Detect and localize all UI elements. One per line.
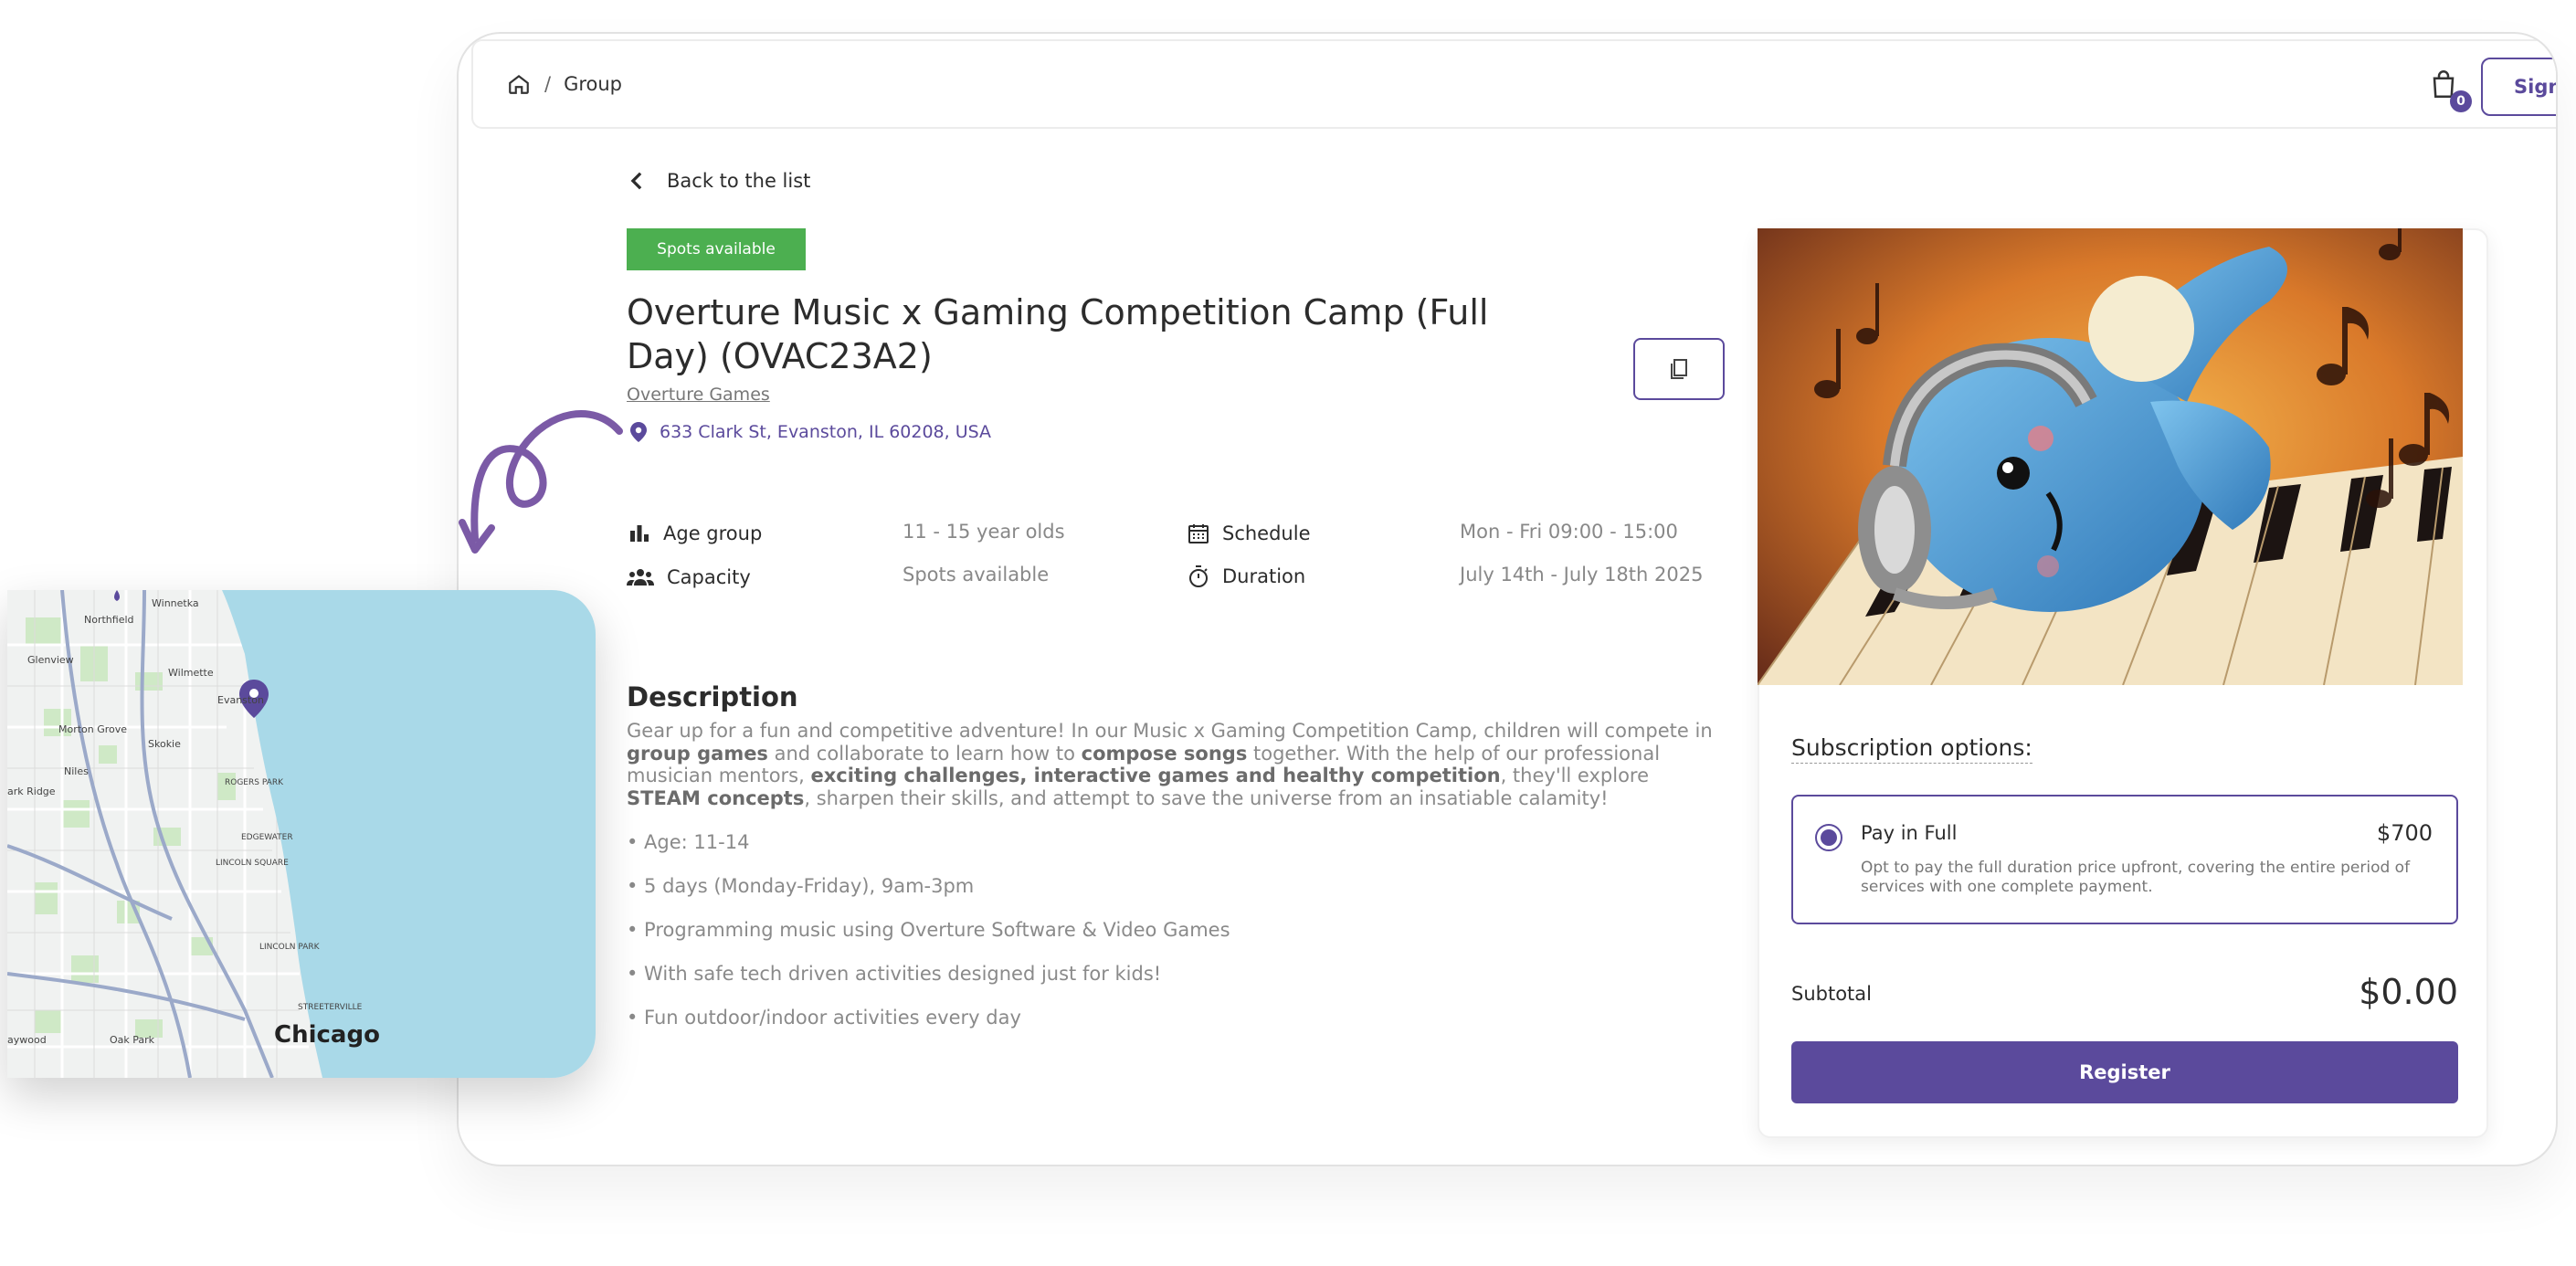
bar-chart-icon: [630, 525, 649, 542]
age-group-info: Age group: [628, 522, 762, 544]
map-label: Northfield: [84, 614, 134, 626]
status-badge: Spots available: [627, 228, 806, 270]
back-link[interactable]: Back to the list: [630, 170, 810, 192]
desc-part: Gear up for a fun and competitive advent…: [627, 720, 1713, 742]
map-label: Winnetka: [152, 597, 199, 609]
map-label: Morton Grove: [58, 723, 128, 735]
copy-icon: [1671, 359, 1687, 379]
schedule-label: Schedule: [1222, 522, 1311, 544]
bullet-item: • Fun outdoor/indoor activities every da…: [627, 1007, 1021, 1029]
curly-arrow-icon: [459, 410, 623, 554]
desc-bold: compose songs: [1081, 742, 1248, 765]
register-button[interactable]: Register: [1791, 1041, 2458, 1103]
schedule-value: Mon - Fri 09:00 - 15:00: [1460, 521, 1678, 543]
map-label: Glenview: [27, 654, 74, 666]
subtotal-value: $0.00: [2359, 972, 2458, 1012]
chevron-left-icon: [630, 172, 642, 190]
address-text: 633 Clark St, Evanston, IL 60208, USA: [660, 422, 992, 442]
bullet-item: • Programming music using Overture Softw…: [627, 919, 1230, 941]
option-description: Opt to pay the full duration price upfro…: [1861, 859, 2411, 896]
map-label: STREETERVILLE: [298, 1003, 363, 1012]
bullet-item: • 5 days (Monday-Friday), 9am-3pm: [627, 875, 975, 897]
map-city-label: Chicago: [274, 1021, 380, 1049]
back-link-label: Back to the list: [667, 170, 811, 192]
breadcrumb-separator: /: [544, 73, 552, 95]
copy-button[interactable]: [1633, 338, 1725, 400]
subscription-heading: Subscription options:: [1791, 734, 2032, 764]
option-name: Pay in Full: [1861, 822, 1958, 844]
duration-value: July 14th - July 18th 2025: [1460, 564, 1704, 586]
desc-part: , sharpen their skills, and attempt to s…: [804, 786, 1609, 809]
desc-part: , they'll explore: [1500, 765, 1650, 786]
radio-dot: [1821, 829, 1837, 846]
event-image: [1758, 228, 2463, 685]
breadcrumb-current[interactable]: Group: [564, 73, 622, 95]
subtotal-label: Subtotal: [1791, 983, 1872, 1005]
calendar-icon: [1188, 524, 1209, 543]
description-text: Gear up for a fun and competitive advent…: [627, 720, 1726, 809]
organizer-link[interactable]: Overture Games: [627, 385, 770, 405]
capacity-label: Capacity: [667, 566, 751, 588]
schedule-info: Schedule: [1188, 522, 1311, 544]
stopwatch-icon: [1189, 565, 1208, 587]
map-label: Niles: [64, 765, 89, 777]
duration-info: Duration: [1188, 564, 1305, 588]
subscription-option-pay-in-full[interactable]: Pay in Full $700 Opt to pay the full dur…: [1791, 795, 2458, 924]
cart-button[interactable]: 0: [2430, 69, 2472, 112]
capacity-value: Spots available: [903, 564, 1050, 586]
top-bar: / Group 0 Sign: [471, 39, 2556, 129]
group-icon: [627, 569, 654, 586]
map-label: EDGEWATER: [241, 833, 293, 842]
map-label: Oak Park: [110, 1034, 155, 1046]
option-price: $700: [2376, 820, 2433, 846]
map-label: Wilmette: [168, 667, 214, 679]
map-label: LINCOLN SQUARE: [216, 859, 289, 868]
map-label: Evanston: [217, 694, 264, 706]
description-heading: Description: [627, 681, 798, 712]
page: / Group 0 Sign Back to the list Spots av…: [0, 0, 2576, 1266]
cart-count-badge: 0: [2450, 90, 2472, 112]
sign-in-button[interactable]: Sign: [2481, 58, 2556, 116]
map-pin-icon: [630, 422, 647, 442]
duration-label: Duration: [1222, 565, 1306, 587]
home-icon[interactable]: [506, 71, 532, 97]
address-link[interactable]: 633 Clark St, Evanston, IL 60208, USA: [630, 422, 991, 442]
bullet-item: • With safe tech driven activities desig…: [627, 963, 1162, 985]
option-radio[interactable]: [1815, 824, 1842, 851]
bullet-item: • Age: 11-14: [627, 831, 750, 853]
age-group-value: 11 - 15 year olds: [903, 521, 1065, 543]
map-label: ark Ridge: [7, 786, 56, 797]
map-label: Skokie: [148, 738, 181, 750]
capacity-info: Capacity: [627, 566, 751, 588]
page-title: Overture Music x Gaming Competition Camp…: [627, 292, 1489, 376]
desc-bold: STEAM concepts: [627, 786, 805, 809]
map-label: ROGERS PARK: [225, 778, 283, 787]
desc-bold: exciting challenges, interactive games a…: [810, 765, 1501, 786]
map-label: aywood: [7, 1034, 47, 1046]
map-label: LINCOLN PARK: [259, 943, 320, 952]
desc-bold: group games: [627, 742, 768, 765]
desc-part: and collaborate to learn how to: [767, 742, 1082, 765]
age-group-label: Age group: [663, 522, 763, 544]
location-map[interactable]: Northfield Winnetka Glenview Wilmette Mo…: [7, 590, 596, 1078]
